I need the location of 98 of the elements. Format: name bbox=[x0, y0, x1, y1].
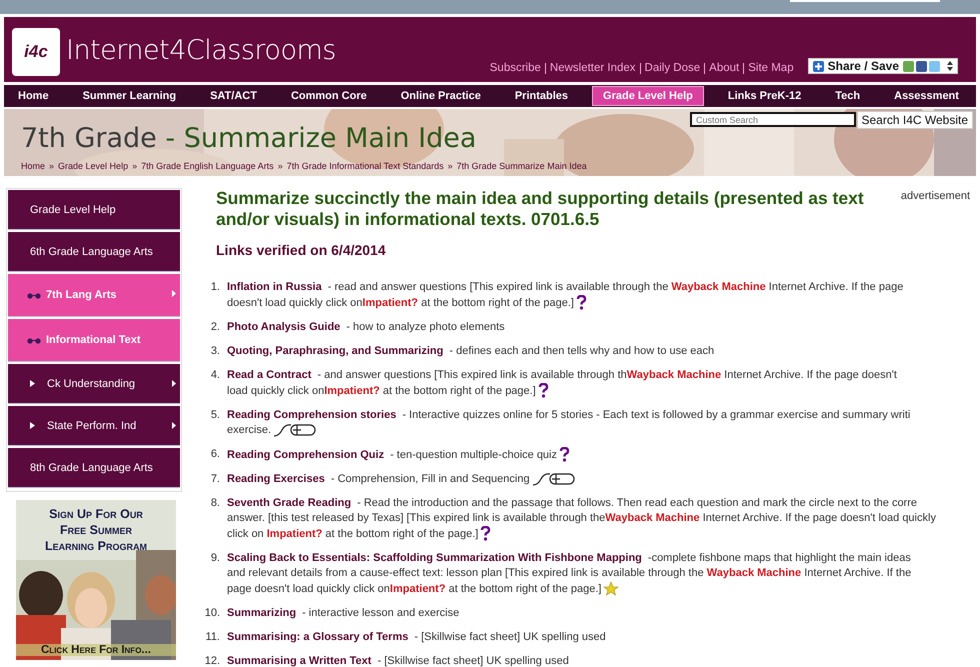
resource-link[interactable]: Reading Exercises bbox=[227, 473, 325, 485]
resource-link[interactable]: Scaling Back to Essentials: Scaffolding Summarization With Fishbone Mapping bbox=[227, 552, 642, 564]
item-number: 10. bbox=[204, 606, 220, 621]
plus-icon bbox=[812, 60, 824, 72]
item-number: 5. bbox=[210, 408, 220, 423]
sidebar-item[interactable]: 8th Grade Language Arts bbox=[8, 448, 180, 488]
page-title: 7th Grade - Summarize Main Idea bbox=[21, 123, 476, 154]
resource-description: - Comprehension, Fill in and Sequencing bbox=[330, 473, 530, 485]
nav-link[interactable]: Assessment bbox=[884, 87, 969, 105]
resource-description: exercise. bbox=[227, 424, 272, 436]
resource-description: - [Skillwise fact sheet] UK spelling used bbox=[377, 655, 569, 667]
ad-link[interactable]: Click Here For Info... bbox=[16, 644, 176, 656]
resource-description: - ten-question multiple-choice quiz bbox=[390, 449, 557, 461]
resource-description: answer. [this test released by Texas] [This expired link is available through theWayback Machine Internet Archive. If the page doesn't load quickly bbox=[227, 512, 936, 524]
verified-date: Links verified on 6/4/2014 bbox=[216, 242, 387, 258]
item-number: 6. bbox=[210, 447, 220, 462]
sidebar-item[interactable]: 7th Lang Arts bbox=[8, 274, 180, 317]
squiggle-icon bbox=[532, 472, 576, 486]
advertisement-label: advertisement bbox=[900, 190, 970, 202]
glasses-icon bbox=[26, 336, 42, 344]
logo[interactable]: i4c bbox=[12, 28, 60, 76]
resource-description: - and answer questions [This expired link is available through thWayback Machine Internet Archive. If the page doesn't bbox=[317, 369, 897, 381]
breadcrumb-separator: » bbox=[448, 161, 453, 171]
resource-description: - read and answer questions [This expired link is available through the Wayback Machine Internet Archive. If the page bbox=[328, 281, 904, 293]
resource-description: - defines each and then tells why and how to use each bbox=[449, 345, 714, 357]
nav-link[interactable]: Tech bbox=[825, 87, 870, 105]
resource-description: load quickly click onImpatient? at the bottom right of the page.] bbox=[227, 385, 536, 397]
item-number: 9. bbox=[210, 551, 220, 566]
resource-link[interactable]: Read a Contract bbox=[227, 369, 312, 381]
item-number: 12. bbox=[204, 654, 220, 667]
nav-link[interactable]: Links PreK-12 bbox=[718, 87, 812, 105]
question-icon bbox=[576, 295, 587, 310]
question-icon bbox=[480, 526, 492, 541]
header-link[interactable]: Newsletter Index bbox=[546, 63, 641, 74]
breadcrumb-link[interactable]: Home bbox=[21, 161, 46, 171]
sidebar-item[interactable]: Grade Level Help bbox=[8, 190, 180, 230]
resource-description: doesn't load quickly click onImpatient? at the bottom right of the page.] bbox=[227, 297, 574, 309]
site-name[interactable]: Internet4Classrooms bbox=[66, 35, 336, 66]
glasses-icon bbox=[26, 292, 42, 298]
resource-description: - [Skillwise fact sheet] UK spelling used bbox=[414, 631, 606, 643]
resource-link[interactable]: Quoting, Paraphrasing, and Summarizing bbox=[227, 345, 444, 357]
resource-link[interactable]: Summarising: a Glossary of Terms bbox=[227, 631, 408, 643]
breadcrumb-separator: » bbox=[278, 161, 283, 171]
stepper-icon bbox=[947, 61, 953, 71]
search-field[interactable]: Custom Search bbox=[690, 112, 856, 127]
resource-link[interactable]: Reading Comprehension stories bbox=[227, 409, 396, 421]
sidebar-item[interactable]: Informational Text bbox=[8, 319, 180, 362]
header-link[interactable]: Daily Dose bbox=[640, 63, 706, 74]
resource-description: - Read the introduction and the passage that follows. Then read each question and mark the circle next to the corre bbox=[357, 497, 918, 509]
resource-link[interactable]: Seventh Grade Reading bbox=[227, 497, 352, 509]
bullet-icon bbox=[30, 380, 35, 387]
item-number: 7. bbox=[210, 472, 220, 487]
resource-link[interactable]: Summarizing bbox=[227, 607, 296, 619]
resource-link[interactable]: Photo Analysis Guide bbox=[227, 321, 340, 333]
breadcrumb-link[interactable]: 7th Grade Summarize Main Idea bbox=[456, 161, 587, 171]
breadcrumb-link[interactable]: 7th Grade Informational Text Standards bbox=[286, 161, 444, 171]
header-link[interactable]: Subscribe bbox=[486, 63, 546, 74]
header-link[interactable]: Site Map bbox=[744, 63, 798, 74]
item-number: 4. bbox=[210, 368, 220, 383]
search-button[interactable]: Search I4C Website bbox=[856, 111, 973, 129]
resource-link[interactable]: Summarising a Written Text bbox=[227, 655, 372, 667]
question-icon bbox=[538, 383, 549, 398]
resource-link[interactable]: Inflation in Russia bbox=[227, 281, 322, 293]
resource-description: click on Impatient? at the bottom right of the page.] bbox=[227, 528, 478, 540]
sidebar-item[interactable]: 6th Grade Language Arts bbox=[8, 232, 180, 272]
resource-description: - Interactive quizzes online for 5 stories - Each text is followed by a grammar exercise and summary writi bbox=[402, 409, 910, 421]
standard-heading: Summarize succinctly the main idea and supporting details (presented as text and/or visuals) in informational texts. 0701.6.5 bbox=[216, 188, 865, 230]
breadcrumb-separator: » bbox=[49, 161, 54, 171]
nav-link[interactable]: Home bbox=[8, 87, 59, 105]
resource-description: and relevant details from a cause-effect text: lesson plan [This expired link is available through the Wayback Machine Internet Archive. If the bbox=[227, 567, 912, 579]
star-icon bbox=[603, 581, 620, 596]
nav-link[interactable]: SAT/ACT bbox=[200, 87, 267, 105]
resource-description: - interactive lesson and exercise bbox=[302, 607, 460, 619]
breadcrumb-separator: » bbox=[132, 161, 138, 171]
nav-link[interactable]: Online Practice bbox=[390, 87, 491, 105]
resource-description: - how to analyze photo elements bbox=[346, 321, 505, 333]
resource-link[interactable]: Reading Comprehension Quiz bbox=[227, 449, 384, 461]
breadcrumb-link[interactable]: 7th Grade English Language Arts bbox=[141, 161, 274, 171]
header-link[interactable]: About bbox=[705, 63, 744, 74]
share-button[interactable]: Share / Save bbox=[808, 58, 958, 74]
nav-link[interactable]: Printables bbox=[504, 87, 578, 105]
question-icon bbox=[559, 447, 570, 462]
squiggle-icon bbox=[273, 423, 318, 437]
nav-link[interactable]: Common Core bbox=[280, 87, 377, 105]
item-number: 8. bbox=[210, 496, 220, 511]
breadcrumb-link[interactable]: Grade Level Help bbox=[58, 161, 128, 171]
item-number: 1. bbox=[210, 280, 220, 295]
resource-description: page doesn't load quickly click onImpatient? at the bottom right of the page.] bbox=[227, 583, 602, 595]
item-number: 3. bbox=[210, 344, 220, 359]
sidebar-item[interactable]: State Perform. Ind bbox=[8, 406, 180, 446]
item-number: 2. bbox=[210, 320, 220, 335]
nav-link[interactable]: Grade Level Help bbox=[592, 86, 704, 106]
bullet-icon bbox=[30, 422, 35, 429]
item-number: 11. bbox=[204, 630, 220, 645]
social-icons bbox=[903, 60, 943, 72]
sidebar-item[interactable]: Ck Understanding bbox=[8, 364, 180, 404]
nav-link[interactable]: Summer Learning bbox=[72, 87, 186, 105]
resource-description: -complete fishbone maps that highlight the main ideas bbox=[648, 552, 911, 564]
